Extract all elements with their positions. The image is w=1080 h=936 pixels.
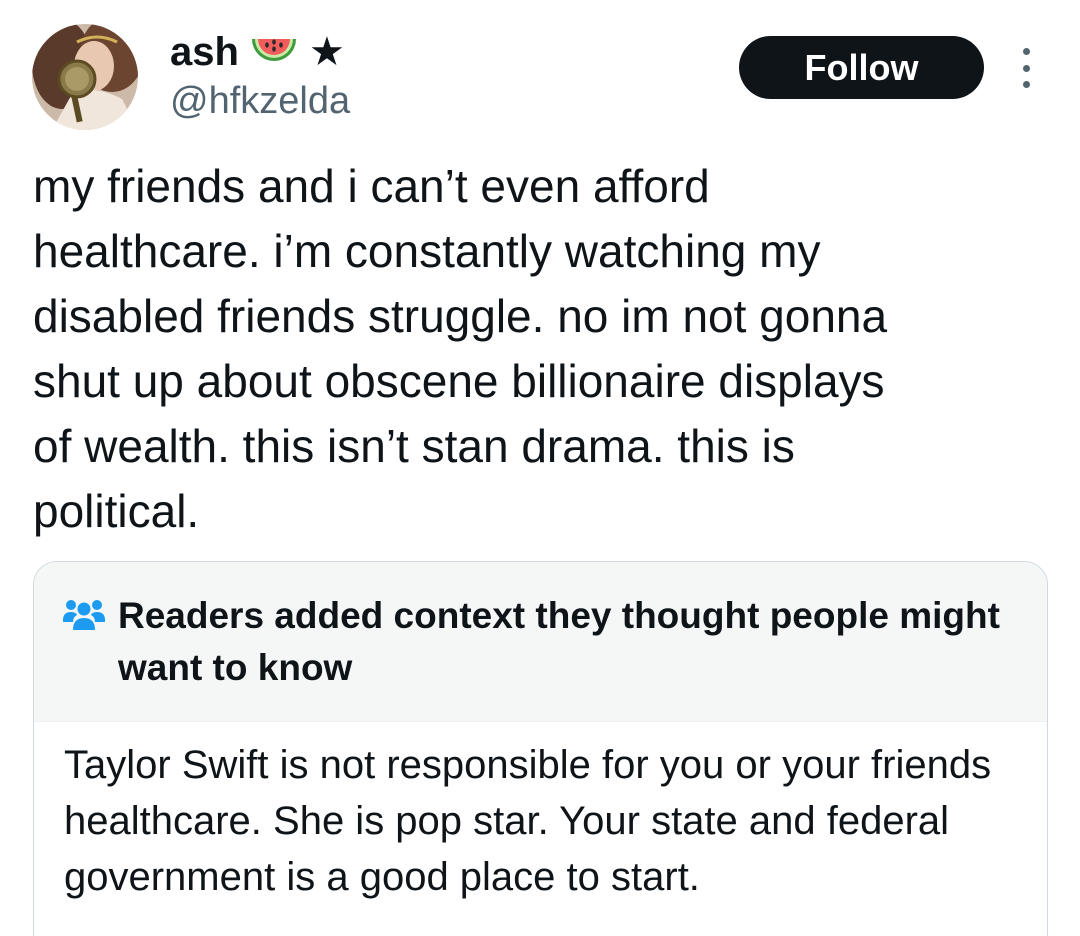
display-name-text: ash (170, 29, 239, 74)
more-dot (1022, 48, 1030, 55)
author-display-name[interactable]: ash ★ (170, 28, 345, 76)
author-handle[interactable]: @hfkzelda (170, 80, 350, 123)
community-note-header: Readers added context they thought peopl… (34, 562, 1047, 722)
tweet-text: my friends and i can’t even afford healt… (33, 160, 888, 537)
more-dot (1022, 81, 1030, 88)
more-options-icon[interactable] (1012, 48, 1040, 88)
community-note-body: Taylor Swift is not responsible for you … (64, 743, 992, 899)
more-dot (1022, 64, 1030, 72)
community-note-title: Readers added context they thought peopl… (118, 595, 1000, 688)
author-avatar[interactable] (32, 24, 138, 130)
star-symbol: ★ (308, 29, 345, 75)
follow-button[interactable]: Follow (739, 36, 984, 99)
community-note-card[interactable]: Readers added context they thought peopl… (33, 561, 1048, 936)
people-icon (62, 594, 106, 634)
watermelon-icon (249, 29, 299, 75)
